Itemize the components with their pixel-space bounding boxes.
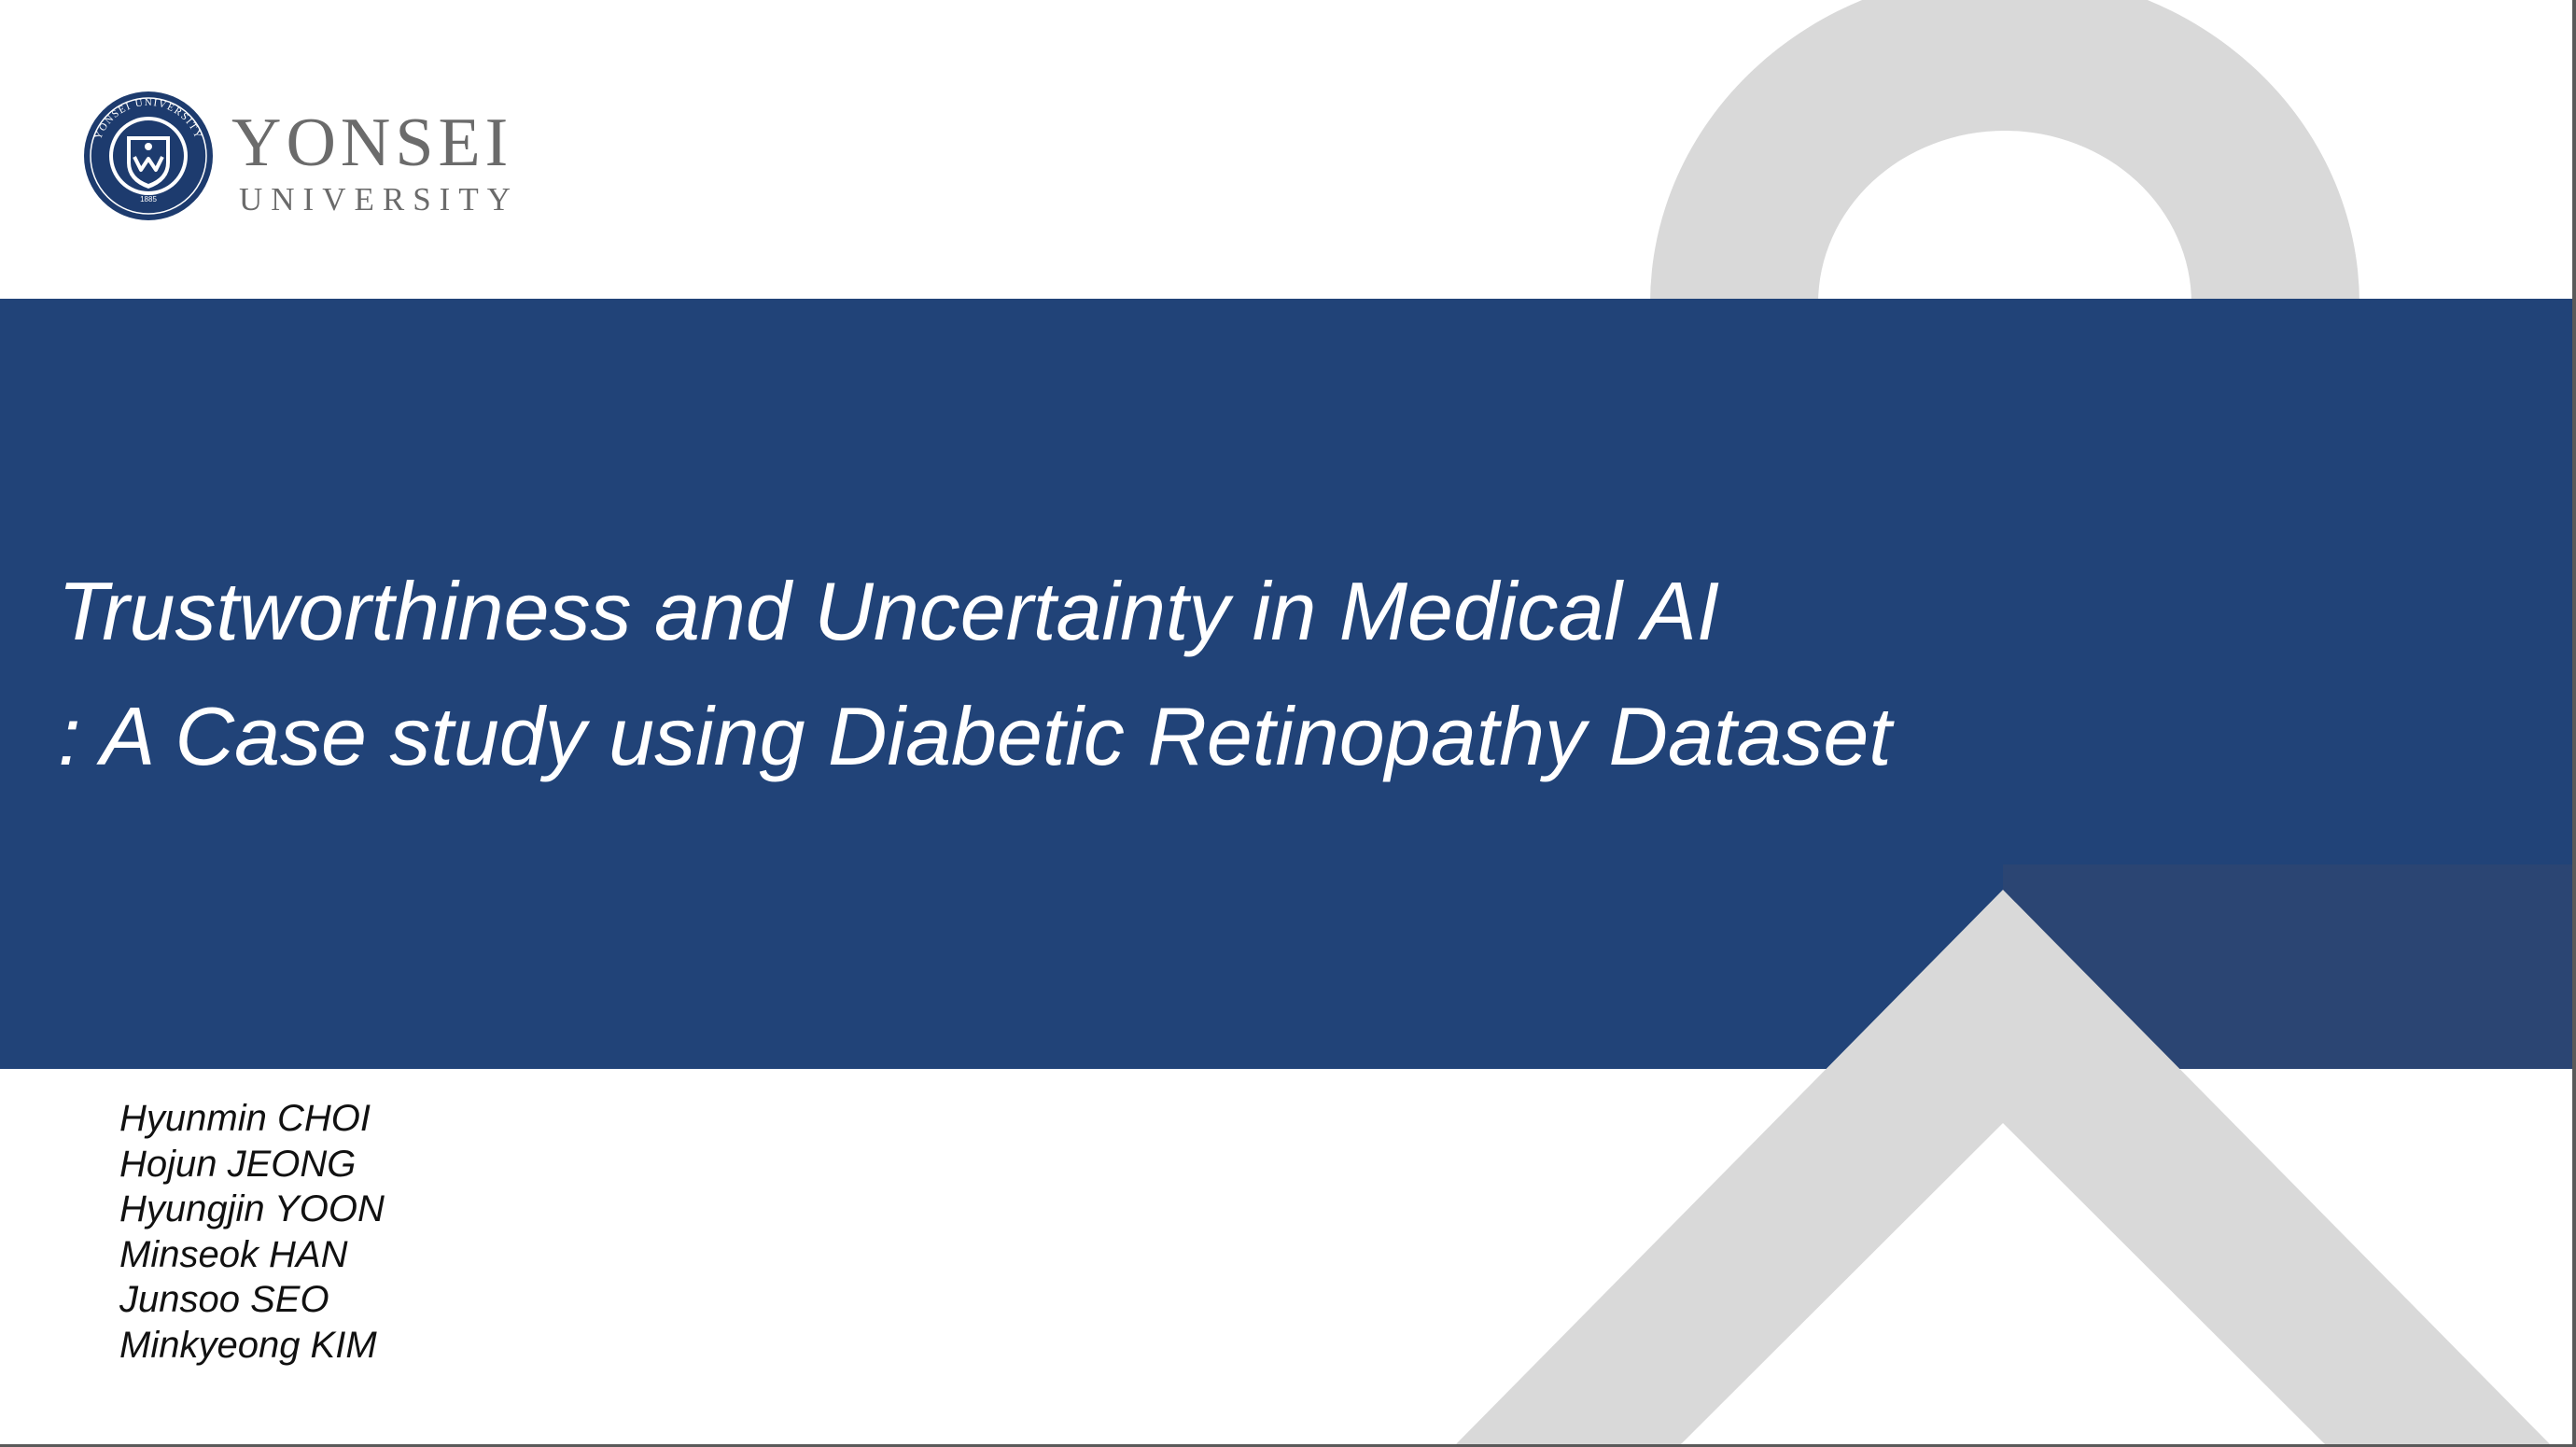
author-name: Junsoo SEO — [119, 1279, 329, 1320]
title-line-2: : A Case study using Diabetic Retinopath… — [58, 690, 1892, 782]
title-line-1: Trustworthiness and Uncertainty in Medic… — [58, 565, 1720, 657]
decorative-arch — [1650, 0, 2359, 303]
author-list: Hyunmin CHOI Hojun JEONG Hyungjin YOON M… — [119, 1096, 385, 1368]
yonsei-seal-icon: YONSEI UNIVERSITY 1885 — [84, 91, 213, 220]
author-name: Minkyeong KIM — [119, 1324, 377, 1366]
seal-year: 1885 — [140, 195, 157, 204]
yonsei-university-logo: YONSEI UNIVERSITY 1885 YONSEI UNIVERSITY — [82, 90, 530, 230]
author-name: Hojun JEONG — [119, 1143, 357, 1185]
presentation-title: Trustworthiness and Uncertainty in Medic… — [58, 549, 1892, 799]
logo-wordmark: YONSEI UNIVERSITY — [231, 108, 519, 218]
title-slide: YONSEI UNIVERSITY 1885 YONSEI UNIVERSITY… — [0, 0, 2576, 1447]
author-name: Hyunmin CHOI — [119, 1098, 371, 1139]
logo-name-bottom: UNIVERSITY — [239, 181, 519, 218]
logo-name-top: YONSEI — [231, 105, 513, 181]
author-name: Minseok HAN — [119, 1233, 348, 1275]
slide-right-border — [2572, 0, 2576, 1447]
author-name: Hyungjin YOON — [119, 1188, 385, 1229]
